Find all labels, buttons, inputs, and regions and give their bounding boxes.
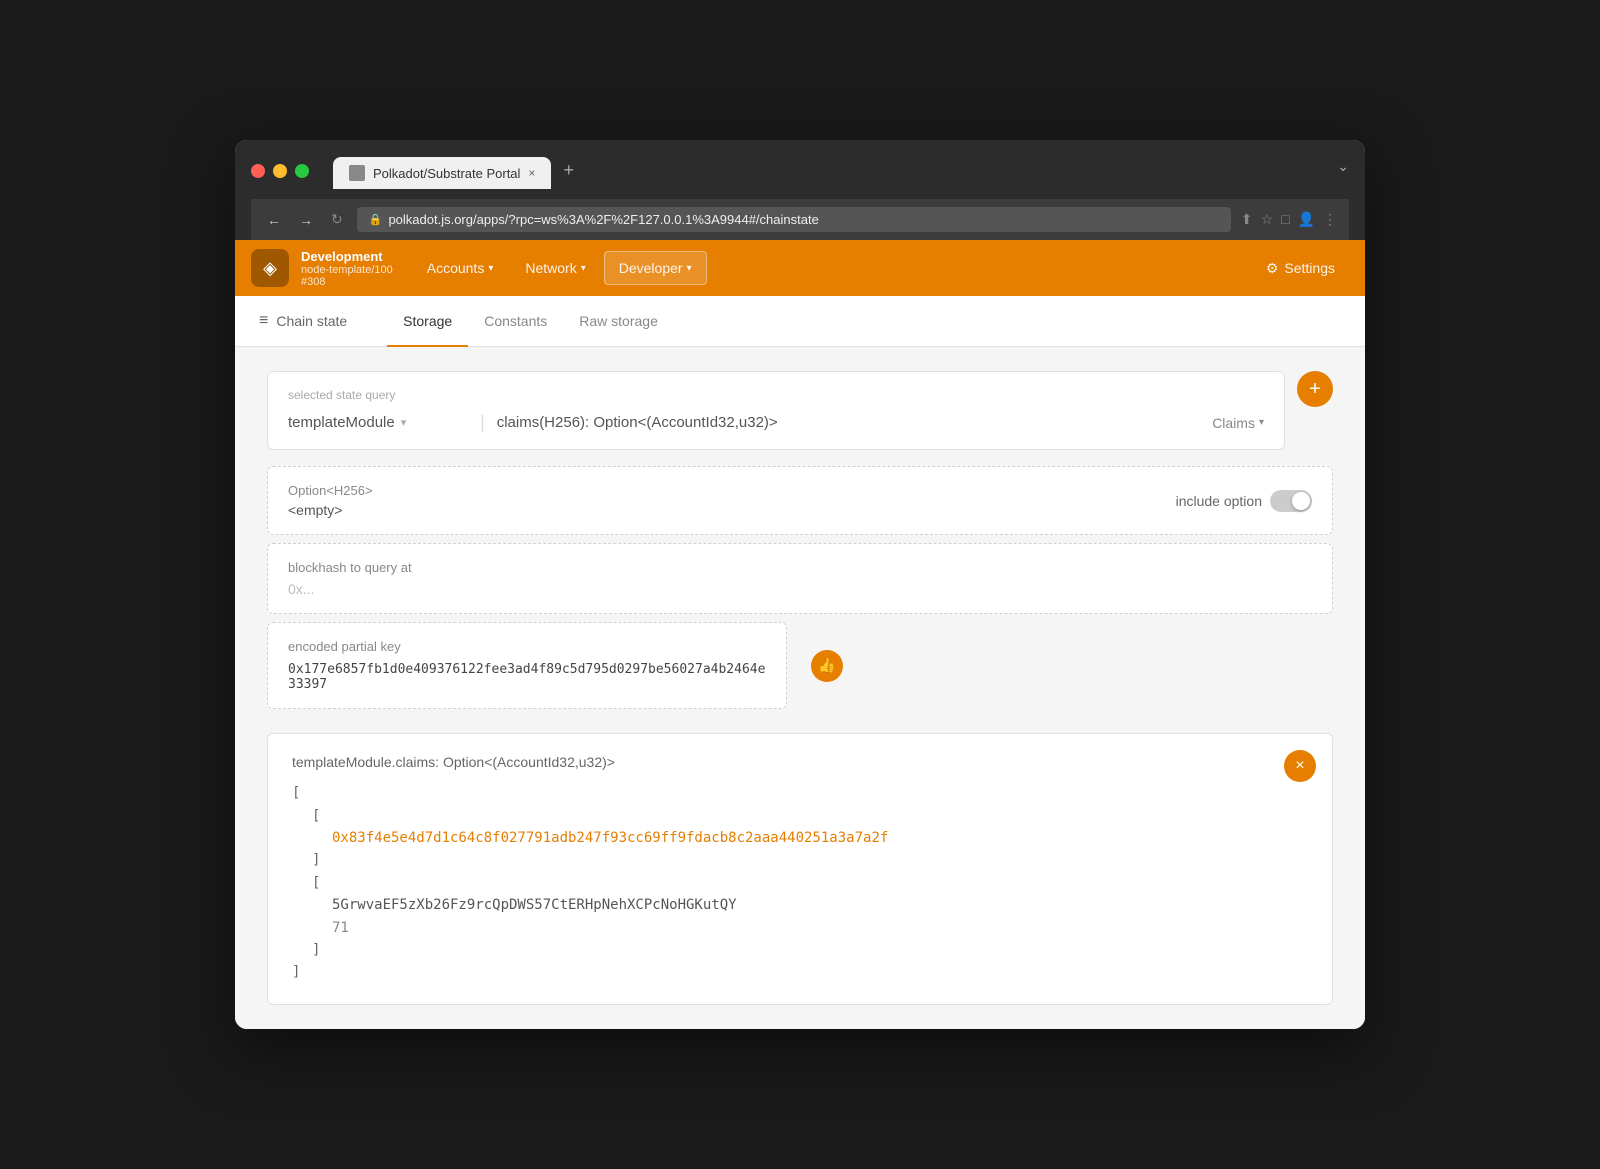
brand-node: node-template/100 xyxy=(301,264,393,276)
toggle-knob xyxy=(1292,492,1310,510)
share-icon[interactable]: ⬆ xyxy=(1241,211,1253,228)
result-line-6: 71 xyxy=(332,917,1308,939)
option-card: Option<H256> <empty> include option xyxy=(267,466,1333,535)
nav-items: Accounts ▾ Network ▾ Developer ▾ xyxy=(413,251,1252,285)
browser-chrome: Polkadot/Substrate Portal × + ⌄ ← → ↻ 🔒 … xyxy=(235,140,1365,240)
result-line-3: ] xyxy=(312,849,1308,871)
developer-chevron: ▾ xyxy=(687,263,692,274)
query-label: selected state query xyxy=(288,388,1264,402)
accounts-chevron: ▾ xyxy=(488,263,493,274)
brand-info: Development node-template/100 #308 xyxy=(301,249,393,288)
profile-icon[interactable]: 👤 xyxy=(1298,211,1315,228)
url-input[interactable]: 🔒 polkadot.js.org/apps/?rpc=ws%3A%2F%2F1… xyxy=(357,207,1231,232)
browser-tab[interactable]: Polkadot/Substrate Portal × xyxy=(333,157,551,189)
browser-window: Polkadot/Substrate Portal × + ⌄ ← → ↻ 🔒 … xyxy=(235,140,1365,1029)
copy-encoded-btn[interactable]: 👍 xyxy=(811,650,843,682)
tab-favicon xyxy=(349,165,365,181)
tag-chevron-icon: ▾ xyxy=(1259,417,1264,428)
tab-constants[interactable]: Constants xyxy=(468,297,563,347)
include-option-row: include option xyxy=(1176,490,1312,512)
blockhash-label: blockhash to query at xyxy=(288,560,1312,575)
result-line-1: [ xyxy=(312,805,1308,827)
option-type: Option<H256> xyxy=(288,483,373,498)
brand-env: Development xyxy=(301,249,393,264)
close-result-btn[interactable]: × xyxy=(1284,750,1316,782)
tab-label: Polkadot/Substrate Portal xyxy=(373,166,520,181)
settings-icon: ⚙ xyxy=(1266,260,1279,277)
url-domain: polkadot.js.org xyxy=(388,212,473,227)
module-select[interactable]: templateModule ▾ xyxy=(288,414,468,431)
reload-btn[interactable]: ↻ xyxy=(327,209,347,230)
query-method: claims(H256): Option<(AccountId32,u32)> xyxy=(497,414,1201,431)
copy-icon: 👍 xyxy=(818,657,835,674)
brand-block: #308 xyxy=(301,276,393,288)
settings-label: Settings xyxy=(1284,260,1335,276)
encoded-key-value: 0x177e6857fb1d0e409376122fee3ad4f89c5d79… xyxy=(288,662,766,692)
address-bar: ← → ↻ 🔒 polkadot.js.org/apps/?rpc=ws%3A%… xyxy=(251,199,1349,240)
include-option-label: include option xyxy=(1176,493,1262,509)
option-info: Option<H256> <empty> xyxy=(288,483,373,518)
results-card: templateModule.claims: Option<(AccountId… xyxy=(267,733,1333,1005)
module-name: templateModule xyxy=(288,414,395,431)
logo-icon: ◈ xyxy=(251,249,289,287)
settings-nav-item[interactable]: ⚙ Settings xyxy=(1252,252,1349,285)
encoded-key-label: encoded partial key xyxy=(288,639,766,654)
menu-icon[interactable]: ⋮ xyxy=(1323,211,1337,228)
tab-storage[interactable]: Storage xyxy=(387,297,468,347)
add-query-btn[interactable]: + xyxy=(1297,371,1333,407)
include-option-toggle[interactable] xyxy=(1270,490,1312,512)
option-value: <empty> xyxy=(288,502,373,518)
query-separator: | xyxy=(480,412,485,433)
url-path: /apps/?rpc=ws%3A%2F%2F127.0.0.1%3A9944#/… xyxy=(473,212,819,227)
chain-state-text: Chain state xyxy=(276,313,347,329)
encoded-key-card: encoded partial key 0x177e6857fb1d0e4093… xyxy=(267,622,787,709)
overflow-btn[interactable]: ⌄ xyxy=(1337,158,1349,183)
sub-nav: ≡ Chain state Storage Constants Raw stor… xyxy=(235,296,1365,347)
result-line-5: 5GrwvaEF5zXb26Fz9rcQpDWS57CtERHpNehXCPcN… xyxy=(332,894,1308,916)
chain-state-icon: ≡ xyxy=(259,312,268,330)
result-line-7: ] xyxy=(312,939,1308,961)
lock-icon: 🔒 xyxy=(369,213,383,226)
brand-logo: ◈ Development node-template/100 #308 xyxy=(251,249,393,288)
browser-controls: Polkadot/Substrate Portal × + ⌄ xyxy=(251,152,1349,189)
forward-btn[interactable]: → xyxy=(295,210,317,230)
app-content: ◈ Development node-template/100 #308 Acc… xyxy=(235,240,1365,1029)
tab-close-btn[interactable]: × xyxy=(528,166,535,180)
result-line-2: 0x83f4e5e4d7d1c64c8f027791adb247f93cc69f… xyxy=(332,827,1308,849)
blockhash-input[interactable]: 0x... xyxy=(288,581,1312,597)
nav-item-developer[interactable]: Developer ▾ xyxy=(604,251,707,285)
module-chevron-icon: ▾ xyxy=(401,416,407,429)
result-line-0: [ xyxy=(292,782,1308,804)
result-line-4: [ xyxy=(312,872,1308,894)
results-body: [ [ 0x83f4e5e4d7d1c64c8f027791adb247f93c… xyxy=(292,782,1308,984)
close-traffic-light[interactable] xyxy=(251,164,265,178)
tab-bar: Polkadot/Substrate Portal × + xyxy=(333,152,582,189)
nav-item-accounts[interactable]: Accounts ▾ xyxy=(413,252,508,284)
query-row: templateModule ▾ | claims(H256): Option<… xyxy=(288,412,1264,433)
query-card: selected state query templateModule ▾ | … xyxy=(267,371,1285,450)
nav-item-network[interactable]: Network ▾ xyxy=(511,252,599,284)
top-nav: ◈ Development node-template/100 #308 Acc… xyxy=(235,240,1365,296)
network-chevron: ▾ xyxy=(581,263,586,274)
tag-label: Claims xyxy=(1212,415,1255,431)
bookmark-icon[interactable]: ☆ xyxy=(1261,211,1274,228)
back-btn[interactable]: ← xyxy=(263,210,285,230)
maximize-traffic-light[interactable] xyxy=(295,164,309,178)
main-content: selected state query templateModule ▾ | … xyxy=(235,347,1365,1029)
blockhash-card: blockhash to query at 0x... xyxy=(267,543,1333,614)
results-header: templateModule.claims: Option<(AccountId… xyxy=(292,754,1308,770)
result-line-8: ] xyxy=(292,961,1308,983)
query-tag[interactable]: Claims ▾ xyxy=(1212,415,1264,431)
new-tab-btn[interactable]: + xyxy=(555,152,582,189)
chain-state-label: ≡ Chain state xyxy=(259,296,367,346)
tab-raw-storage[interactable]: Raw storage xyxy=(563,297,674,347)
minimize-traffic-light[interactable] xyxy=(273,164,287,178)
reader-icon[interactable]: □ xyxy=(1281,211,1289,228)
address-icons: ⬆ ☆ □ 👤 ⋮ xyxy=(1241,211,1337,228)
url-display: polkadot.js.org/apps/?rpc=ws%3A%2F%2F127… xyxy=(388,212,818,227)
